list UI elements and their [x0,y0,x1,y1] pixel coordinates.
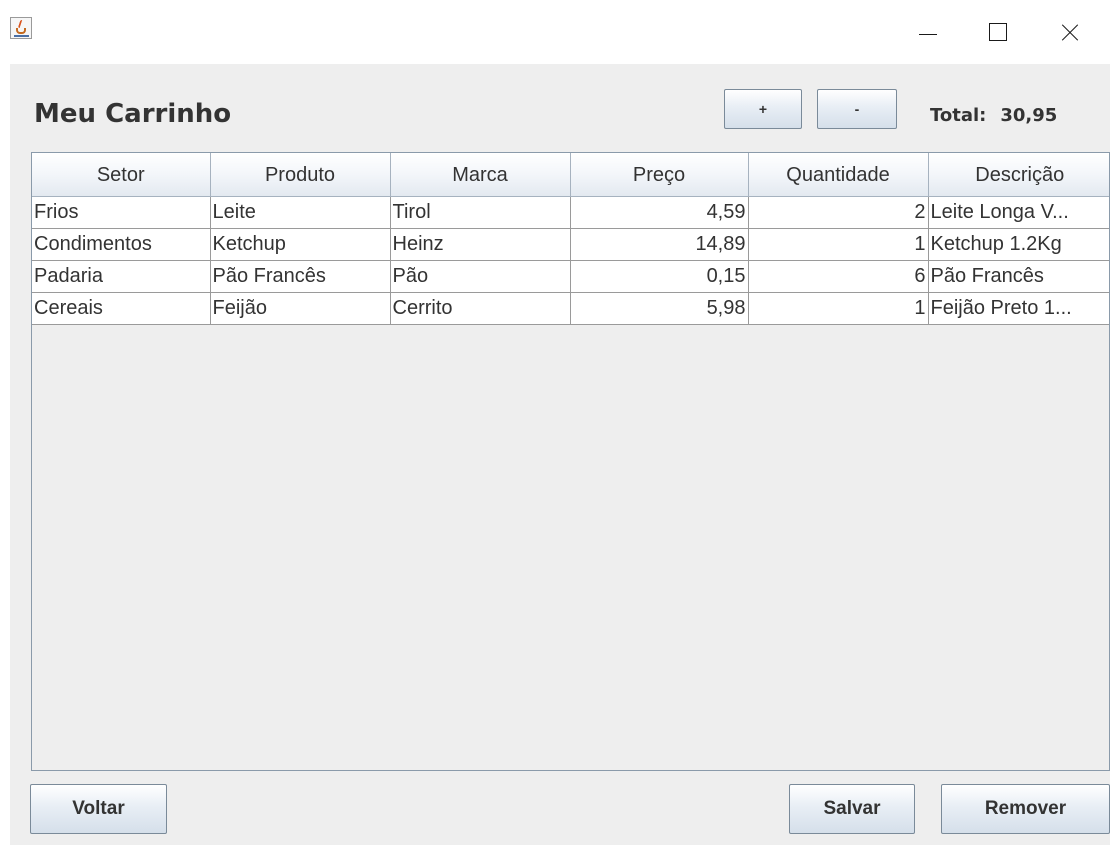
table-cell[interactable]: Leite [210,196,391,229]
table-cell[interactable]: Cereais [32,292,211,325]
table-cell[interactable]: Pão [390,260,571,293]
table-cell[interactable]: Tirol [390,196,571,229]
table-row[interactable]: Frios Leite Tirol 4,59 2 Leite Longa V..… [32,196,1109,229]
java-icon [10,17,32,39]
table-cell[interactable]: Cerrito [390,292,571,325]
page-title: Meu Carrinho [34,99,232,129]
save-button[interactable]: Salvar [789,784,915,834]
decrease-quantity-button[interactable]: - [817,89,897,129]
column-header-quantidade[interactable]: Quantidade [748,153,929,197]
maximize-icon[interactable] [973,12,1019,52]
table-cell[interactable]: 6 [748,260,929,293]
table-cell[interactable]: Ketchup [210,228,391,261]
cart-table[interactable]: Setor Produto Marca Preço Quantidade Des… [31,152,1110,771]
cart-total: Total: 30,95 [930,105,1057,126]
table-cell[interactable]: 4,59 [570,196,749,229]
table-cell[interactable]: 1 [748,228,929,261]
table-cell[interactable]: Pão Francês [210,260,391,293]
minimize-icon[interactable] [904,12,950,52]
main-panel: Meu Carrinho + - Total: 30,95 Setor Produ… [10,64,1110,845]
table-cell[interactable]: 0,15 [570,260,749,293]
table-row[interactable]: Condimentos Ketchup Heinz 14,89 1 Ketchu… [32,228,1109,261]
table-cell[interactable]: Condimentos [32,228,211,261]
table-cell[interactable]: Ketchup 1.2Kg [928,228,1109,261]
table-cell[interactable]: 5,98 [570,292,749,325]
title-bar [0,0,1110,64]
column-header-descricao[interactable]: Descrição [928,153,1109,197]
increase-quantity-button[interactable]: + [724,89,802,129]
close-icon[interactable] [1046,12,1092,52]
table-cell[interactable]: Heinz [390,228,571,261]
table-cell[interactable]: Frios [32,196,211,229]
total-label: Total: [930,105,987,126]
remove-button[interactable]: Remover [941,784,1110,834]
table-cell[interactable]: Padaria [32,260,211,293]
table-row[interactable]: Padaria Pão Francês Pão 0,15 6 Pão Franc… [32,260,1109,293]
table-cell[interactable]: Leite Longa V... [928,196,1109,229]
table-cell[interactable]: 2 [748,196,929,229]
table-empty-area [32,324,1109,770]
column-header-produto[interactable]: Produto [210,153,391,197]
back-button[interactable]: Voltar [30,784,167,834]
column-header-setor[interactable]: Setor [32,153,211,197]
column-header-marca[interactable]: Marca [390,153,571,197]
table-row[interactable]: Cereais Feijão Cerrito 5,98 1 Feijão Pre… [32,292,1109,325]
table-cell[interactable]: 1 [748,292,929,325]
column-header-preco[interactable]: Preço [570,153,749,197]
total-value: 30,95 [1000,105,1058,126]
table-cell[interactable]: Pão Francês [928,260,1109,293]
table-header-row: Setor Produto Marca Preço Quantidade Des… [32,153,1109,197]
table-cell[interactable]: 14,89 [570,228,749,261]
table-cell[interactable]: Feijão [210,292,391,325]
table-cell[interactable]: Feijão Preto 1... [928,292,1109,325]
